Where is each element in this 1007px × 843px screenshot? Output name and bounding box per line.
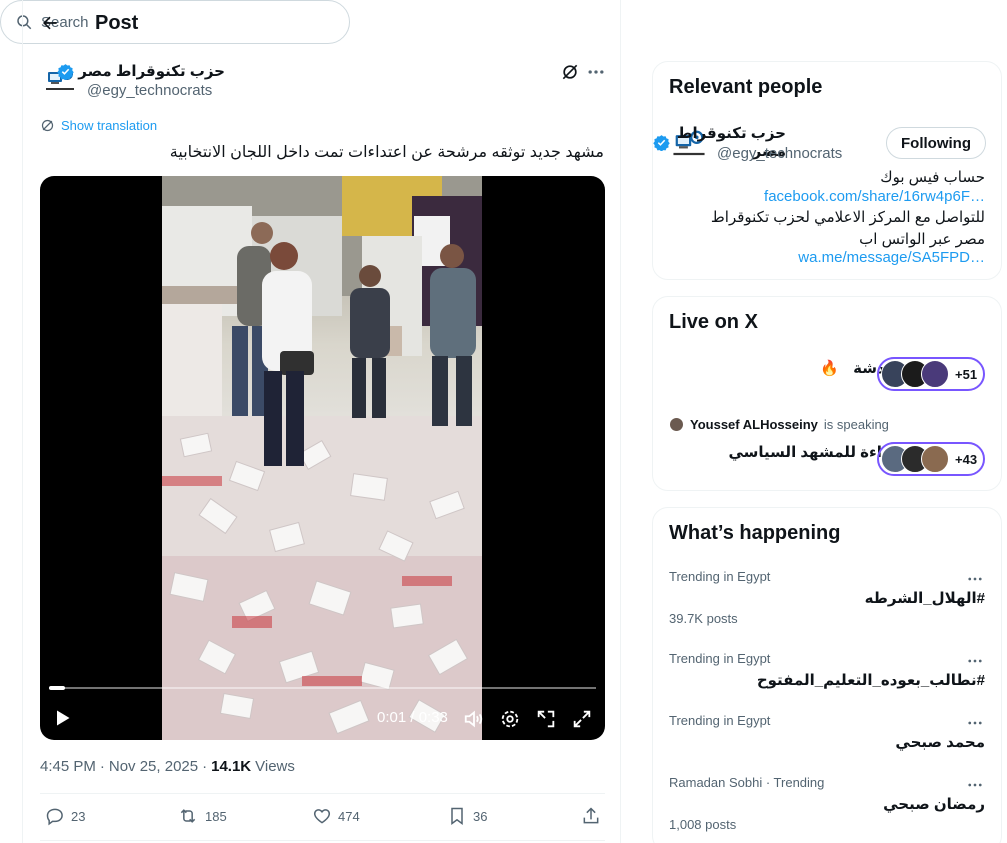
following-button[interactable]: Following [886,127,986,159]
trend-name[interactable]: #نطالب_بعوده_التعليم_المفتوح [757,671,985,689]
trend-name[interactable]: رمضان صبحي [883,795,985,813]
post-column: Post حزب تكنوقراط مصر @egy_technocrats S… [22,0,621,843]
grok-icon[interactable] [560,62,580,82]
video-progress-track[interactable] [49,687,596,689]
video-frame[interactable] [162,176,482,740]
speaker-row[interactable]: Youssef ALHosseiny is speaking [669,417,889,432]
author-name-row[interactable]: حزب تكنوقراط مصر [57,62,225,80]
speaker-name: Youssef ALHosseiny [690,417,818,432]
trend-post-count: 1,008 posts [669,817,737,832]
speaking-label: is speaking [823,417,889,432]
space-listeners[interactable]: +43 [877,442,986,476]
post-timestamp[interactable]: 4:45 PM · Nov 25, 2025 · 14.1K Views [40,758,295,775]
heart-icon [312,806,332,826]
page-title: Post [95,12,139,34]
speaker-avatar [669,417,684,432]
bio-line: مصر عبر الواتس اب [859,231,985,248]
bio-line: للتواصل مع المركز الاعلامي لحزب تكنوقراط [710,209,985,226]
post-time[interactable]: 4:45 PM [40,758,96,775]
views-label: Views [255,758,295,775]
volume-icon[interactable] [463,708,485,730]
bookmark-icon [447,806,467,826]
more-options-icon[interactable] [586,62,606,82]
trend-context: Trending in Egypt [669,569,771,584]
video-time: 0:01 / 0:33 [377,709,448,726]
author-handle[interactable]: @egy_technocrats [87,82,212,99]
meta-separator: · [99,758,105,775]
translate-icon [40,118,55,133]
like-button[interactable]: 474 [312,806,360,826]
fire-icon: 🔥 [820,360,840,377]
space-title[interactable]: قراءة للمشهد السياسي [728,443,901,461]
bio-link[interactable]: wa.me/message/SA5FPD… [798,249,985,266]
live-title: Live on X [669,311,758,333]
verified-badge-icon [653,134,670,151]
trend-name[interactable]: #الهلال_الشرطه [865,589,985,607]
back-arrow-icon[interactable] [36,10,64,36]
trend-context: Trending in Egypt [669,713,771,728]
reply-button[interactable]: 23 [45,806,85,826]
share-icon [581,806,601,826]
reply-count: 23 [71,808,86,824]
bio-line: حساب فيس بوك [880,169,985,186]
show-translation-label: Show translation [61,118,158,133]
trends-title: What’s happening [669,522,841,544]
bookmark-count: 36 [473,808,488,824]
pop-out-icon[interactable] [535,708,557,730]
listener-avatar [921,360,949,388]
listener-count: +51 [955,366,978,382]
trend-name[interactable]: محمد صبحي [895,733,985,751]
fullscreen-icon[interactable] [571,708,593,730]
listener-avatar [921,445,949,473]
relevant-people-title: Relevant people [669,76,823,98]
repost-icon [177,806,199,826]
trend-more-icon[interactable] [966,570,984,588]
relevant-people-card: Relevant people حزب تكنوقراط مصر @egy_te… [652,61,1002,280]
play-icon[interactable] [52,708,72,728]
space-item[interactable]: قراءة للمشهد السياسي [728,443,901,461]
trend-context: Ramadan Sobhi · Trending [669,775,825,790]
meta-separator: · [202,758,208,775]
divider [40,793,605,794]
trend-context: Trending in Egypt [669,651,771,666]
settings-gear-icon[interactable] [499,708,521,730]
space-listeners[interactable]: +51 [877,357,986,391]
author-name[interactable]: حزب تكنوقراط مصر [78,62,225,80]
post-date[interactable]: Nov 25, 2025 [109,758,198,775]
person-handle[interactable]: @egy_technocrats [717,145,842,162]
trend-post-count: 39.7K posts [669,611,738,626]
verified-badge-icon [57,63,74,80]
post-text: مشهد جديد توثقه مرشحة عن اعتداءات تمت دا… [169,144,604,161]
repost-count: 185 [205,808,227,824]
video-player[interactable]: 0:01 / 0:33 [40,176,605,740]
show-translation-link[interactable]: Show translation [40,118,157,133]
trend-more-icon[interactable] [966,714,984,732]
bio-link[interactable]: facebook.com/share/16rw4p6F… [764,188,985,205]
video-progress-fill [49,686,65,690]
bookmark-button[interactable]: 36 [447,806,487,826]
share-button[interactable] [581,806,601,826]
trend-more-icon[interactable] [966,652,984,670]
like-count: 474 [338,808,360,824]
repost-button[interactable]: 185 [177,806,227,826]
views-count: 14.1K [211,758,252,775]
reply-icon [45,806,65,826]
listener-count: +43 [955,451,978,467]
divider [40,840,605,841]
live-on-x-card: Live on X دردشة 🔥 +51 Youssef ALHosseiny… [652,296,1002,491]
whats-happening-card: What’s happening Trending in Egypt #الهل… [652,507,1002,843]
trend-more-icon[interactable] [966,776,984,794]
